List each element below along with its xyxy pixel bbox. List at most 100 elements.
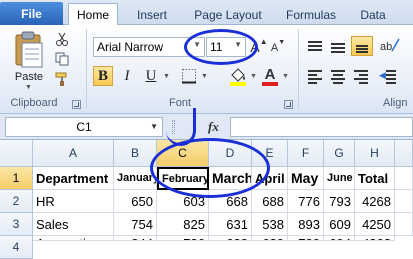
cell-c4[interactable]: 736	[157, 236, 209, 241]
cell-g4[interactable]: 694	[324, 236, 355, 241]
chevron-down-icon[interactable]: ▼	[282, 73, 289, 80]
cell-f2[interactable]: 776	[288, 190, 324, 213]
bold-button[interactable]: B	[93, 66, 113, 86]
cell-g2[interactable]: 793	[324, 190, 355, 213]
column-header-f[interactable]: F	[288, 140, 324, 167]
column-header-b[interactable]: B	[114, 140, 157, 167]
row-header-2[interactable]: 2	[0, 190, 33, 213]
cell-f1[interactable]: May	[288, 167, 324, 190]
grow-font-button[interactable]: A ▲	[250, 37, 268, 57]
tab-home[interactable]: Home	[68, 3, 118, 25]
cell-a3[interactable]: Sales	[33, 213, 114, 236]
font-size-value: 11	[210, 40, 223, 54]
paste-icon	[15, 31, 43, 68]
chevron-down-icon: ▼	[234, 40, 242, 49]
cell-f4[interactable]: 780	[288, 236, 324, 241]
font-name-dropdown[interactable]: Arial Narrow ▼	[93, 37, 205, 57]
row-header-3[interactable]: 3	[0, 213, 33, 236]
italic-icon: I	[124, 67, 130, 84]
align-right-button[interactable]	[351, 67, 371, 85]
cell-e3[interactable]: 538	[252, 213, 288, 236]
format-painter-icon[interactable]	[54, 71, 70, 87]
tab-page-layout[interactable]: Page Layout	[188, 4, 268, 25]
tab-data[interactable]: Data	[352, 4, 394, 25]
cell-g3[interactable]: 609	[324, 213, 355, 236]
column-header-d[interactable]: D	[209, 140, 252, 167]
tab-formulas[interactable]: Formulas	[276, 4, 346, 25]
clipboard-group-label: Clipboard	[10, 97, 58, 109]
tab-file[interactable]: File	[0, 2, 63, 25]
cell-e1[interactable]: April	[252, 167, 288, 190]
column-header-partial[interactable]	[395, 140, 413, 167]
font-launcher-icon[interactable]	[284, 100, 293, 109]
row-header-4[interactable]: 4	[0, 236, 33, 259]
copy-icon[interactable]	[54, 51, 70, 67]
cell-a1[interactable]: Department	[33, 167, 114, 190]
cell-g1[interactable]: June	[324, 167, 355, 190]
splitter-handle[interactable]	[172, 120, 175, 134]
align-middle-button[interactable]	[328, 37, 348, 55]
column-header-g[interactable]: G	[324, 140, 355, 167]
cell-b4[interactable]: 844	[114, 236, 157, 241]
row-header-1[interactable]: 1	[0, 167, 33, 190]
font-color-button[interactable]: A	[260, 65, 280, 87]
tab-insert[interactable]: Insert	[124, 4, 180, 25]
align-top-button[interactable]	[305, 37, 325, 55]
orientation-button[interactable]: ab	[378, 35, 402, 55]
column-header-c[interactable]: C	[157, 140, 209, 167]
align-bottom-button[interactable]	[351, 36, 373, 56]
chevron-down-icon[interactable]: ▼	[163, 73, 170, 80]
group-divider	[86, 29, 87, 109]
cell-d1[interactable]: March	[209, 167, 252, 190]
cell-b1[interactable]: January	[114, 167, 157, 190]
name-box-value: C1	[76, 120, 92, 134]
name-box[interactable]: C1 ▼	[5, 117, 163, 137]
cell-b2[interactable]: 650	[114, 190, 157, 213]
cell-a4[interactable]: Accounting	[33, 236, 114, 241]
grow-font-icon: A	[250, 39, 260, 55]
cell-h1[interactable]: Total	[355, 167, 395, 190]
column-header-a[interactable]: A	[33, 140, 114, 167]
cell-h3[interactable]: 4250	[355, 213, 395, 236]
cell-a2[interactable]: HR	[33, 190, 114, 213]
clipboard-launcher-icon[interactable]	[72, 100, 81, 109]
cell-c2[interactable]: 603	[157, 190, 209, 213]
worksheet-grid: A B C D E F G H 1 2 3 4 Department Janua…	[0, 140, 413, 259]
cell-d2[interactable]: 668	[209, 190, 252, 213]
italic-button[interactable]: I	[117, 66, 137, 86]
cell-b3[interactable]: 754	[114, 213, 157, 236]
paste-dropdown-icon[interactable]: ▼	[25, 84, 32, 91]
font-size-dropdown[interactable]: 11 ▼	[206, 37, 246, 57]
cell-e4[interactable]: 620	[252, 236, 288, 241]
cell-i1[interactable]	[395, 167, 413, 190]
shrink-font-button[interactable]: A ▼	[270, 39, 286, 57]
column-header-h[interactable]: H	[355, 140, 395, 167]
cell-d3[interactable]: 631	[209, 213, 252, 236]
cell-d4[interactable]: 688	[209, 236, 252, 241]
chevron-down-icon[interactable]: ▼	[250, 73, 257, 80]
chevron-down-icon[interactable]: ▼	[201, 73, 208, 80]
insert-function-icon[interactable]: fx	[208, 119, 219, 135]
cell-i2[interactable]	[395, 190, 413, 213]
align-center-button[interactable]	[328, 67, 348, 85]
cell-e2[interactable]: 688	[252, 190, 288, 213]
paste-button[interactable]: Paste ▼	[8, 29, 50, 91]
decrease-indent-button[interactable]: ◀	[378, 67, 398, 85]
cell-h2[interactable]: 4268	[355, 190, 395, 213]
cut-icon[interactable]	[54, 31, 70, 47]
formula-bar: C1 ▼ fx	[0, 114, 413, 140]
cell-i3[interactable]	[395, 213, 413, 236]
underline-button[interactable]: U	[141, 66, 161, 86]
fill-color-button[interactable]	[228, 65, 248, 87]
borders-button[interactable]	[178, 66, 200, 86]
column-header-e[interactable]: E	[252, 140, 288, 167]
select-all-corner[interactable]	[0, 140, 33, 167]
cell-h4[interactable]: 4362	[355, 236, 395, 241]
cell-c1[interactable]: February	[157, 167, 209, 190]
font-group-label: Font	[168, 97, 191, 109]
cell-f3[interactable]: 893	[288, 213, 324, 236]
ribbon-home-panel: Paste ▼ Clipboard Arial Narrow ▼ 11 ▼ A ▲…	[0, 25, 413, 114]
align-left-button[interactable]	[305, 67, 325, 85]
cell-c3[interactable]: 825	[157, 213, 209, 236]
formula-input[interactable]	[230, 117, 413, 137]
